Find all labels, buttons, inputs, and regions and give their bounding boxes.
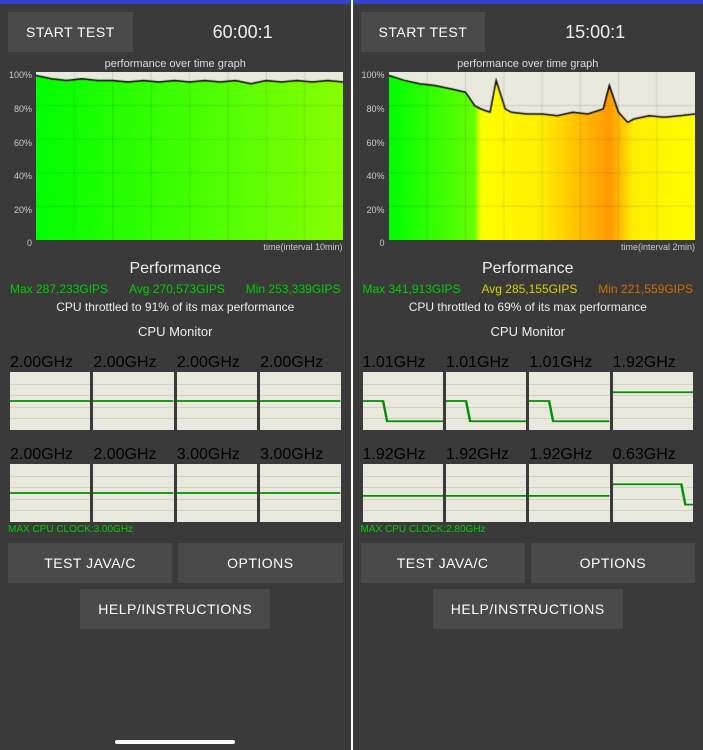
help-button[interactable]: HELP/INSTRUCTIONS — [80, 589, 270, 629]
y-tick-label: 60% — [14, 138, 32, 148]
core-freq-label: 2.00GHz — [177, 354, 257, 372]
core-chart — [177, 372, 257, 430]
avg-stat: Avg 285,155GIPS — [481, 282, 577, 296]
core-freq-label: 3.00GHz — [177, 446, 257, 464]
min-stat: Min 221,559GIPS — [598, 282, 693, 296]
core-freq-label: 1.01GHz — [446, 354, 526, 372]
y-tick-label: 100% — [361, 70, 384, 80]
min-stat: Min 253,339GIPS — [246, 282, 341, 296]
core-chart — [446, 372, 526, 430]
start-test-button[interactable]: START TEST — [8, 12, 133, 52]
core-freq-label: 1.92GHz — [529, 446, 609, 464]
chart-title: performance over time graph — [361, 58, 696, 70]
test-java-button[interactable]: TEST JAVA/C — [8, 543, 172, 583]
y-tick-label: 40% — [366, 171, 384, 181]
cpu-grid: 1.01GHz1.01GHz1.01GHz1.92GHz1.92GHz1.92G… — [361, 341, 696, 522]
core-chart — [10, 464, 90, 522]
core-freq-label: 2.00GHz — [10, 446, 90, 464]
core-chart — [363, 372, 443, 430]
performance-chart: 100%80%60%40%20%0 — [389, 72, 696, 240]
max-stat: Max 287,233GIPS — [10, 282, 108, 296]
y-tick-label: 0 — [27, 238, 32, 248]
core-freq-label: 2.00GHz — [93, 446, 173, 464]
y-tick-label: 80% — [366, 104, 384, 114]
y-tick-label: 20% — [14, 205, 32, 215]
core-freq-label: 1.01GHz — [529, 354, 609, 372]
home-indicator — [115, 740, 235, 744]
throttle-text: CPU throttled to 91% of its max performa… — [8, 300, 343, 314]
performance-title: Performance — [8, 260, 343, 278]
core-chart — [260, 372, 340, 430]
core-freq-label: 2.00GHz — [93, 354, 173, 372]
core-freq-label: 1.92GHz — [613, 354, 693, 372]
core-chart — [177, 464, 257, 522]
x-axis-label: time(interval 2min) — [389, 242, 696, 252]
app-panel: START TEST 60:00:1 performance over time g… — [0, 0, 351, 750]
y-tick-label: 100% — [9, 70, 32, 80]
avg-stat: Avg 270,573GIPS — [129, 282, 225, 296]
y-tick-label: 40% — [14, 171, 32, 181]
y-tick-label: 80% — [14, 104, 32, 114]
y-tick-label: 60% — [366, 138, 384, 148]
core-chart — [93, 464, 173, 522]
core-chart — [363, 464, 443, 522]
core-chart — [10, 372, 90, 430]
cpu-monitor-title: CPU Monitor — [361, 324, 696, 339]
core-freq-label: 2.00GHz — [10, 354, 90, 372]
core-freq-label: 1.92GHz — [446, 446, 526, 464]
core-freq-label: 0.63GHz — [613, 446, 693, 464]
cpu-grid: 2.00GHz2.00GHz2.00GHz2.00GHz2.00GHz2.00G… — [8, 341, 343, 522]
core-freq-label: 3.00GHz — [260, 446, 340, 464]
chart-title: performance over time graph — [8, 58, 343, 70]
max-stat: Max 341,913GIPS — [363, 282, 461, 296]
core-chart — [529, 372, 609, 430]
options-button[interactable]: OPTIONS — [531, 543, 695, 583]
core-chart — [529, 464, 609, 522]
max-clock-label: MAX CPU CLOCK:3.00GHz — [8, 524, 343, 535]
timer-display: 60:00:1 — [143, 22, 343, 43]
performance-chart: 100%80%60%40%20%0 — [36, 72, 343, 240]
cpu-monitor-title: CPU Monitor — [8, 324, 343, 339]
max-clock-label: MAX CPU CLOCK:2.80GHz — [361, 524, 696, 535]
timer-display: 15:00:1 — [495, 22, 695, 43]
core-chart — [446, 464, 526, 522]
core-chart — [93, 372, 173, 430]
y-tick-label: 0 — [379, 238, 384, 248]
app-panel: START TEST 15:00:1 performance over time g… — [353, 0, 703, 750]
core-freq-label: 1.92GHz — [363, 446, 443, 464]
core-chart — [260, 464, 340, 522]
start-test-button[interactable]: START TEST — [361, 12, 486, 52]
options-button[interactable]: OPTIONS — [178, 543, 342, 583]
throttle-text: CPU throttled to 69% of its max performa… — [361, 300, 696, 314]
core-freq-label: 1.01GHz — [363, 354, 443, 372]
test-java-button[interactable]: TEST JAVA/C — [361, 543, 525, 583]
help-button[interactable]: HELP/INSTRUCTIONS — [433, 589, 623, 629]
x-axis-label: time(interval 10min) — [36, 242, 343, 252]
core-chart — [613, 372, 693, 430]
core-freq-label: 2.00GHz — [260, 354, 340, 372]
y-tick-label: 20% — [366, 205, 384, 215]
performance-title: Performance — [361, 260, 696, 278]
core-chart — [613, 464, 693, 522]
